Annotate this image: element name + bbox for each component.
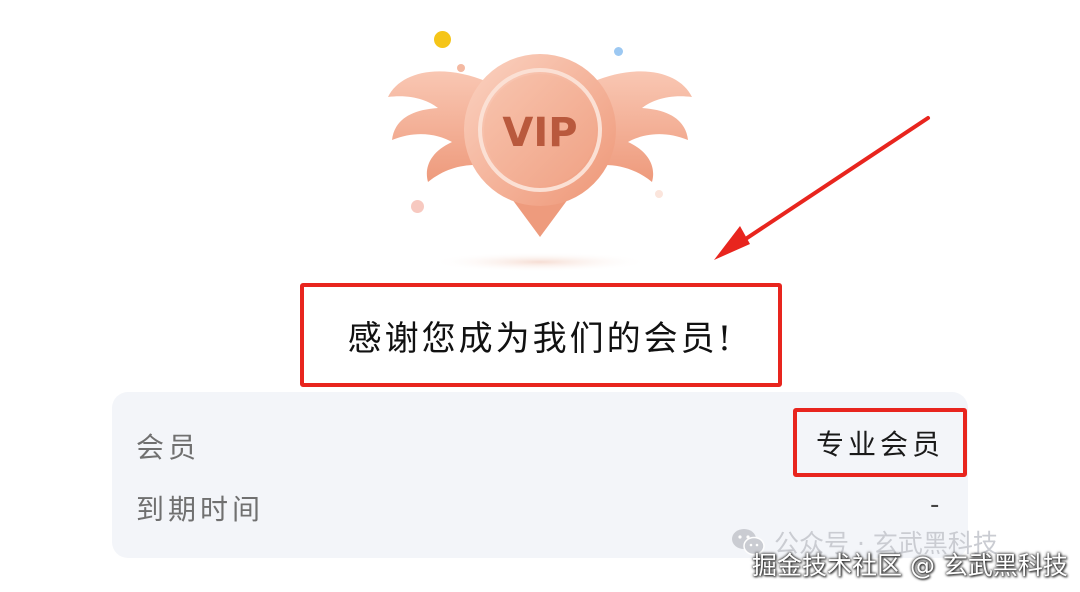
thanks-message: 感谢您成为我们的会员! xyxy=(347,318,735,359)
juejin-watermark: 掘金技术社区 @ 玄武黑科技 xyxy=(752,551,1068,580)
annotation-arrow-icon xyxy=(714,116,930,260)
vip-label: VIP xyxy=(502,110,577,156)
thanks-banner: 感谢您成为我们的会员! xyxy=(300,283,782,387)
vip-badge-icon: VIP xyxy=(380,22,700,272)
expire-label: 到期时间 xyxy=(136,493,265,526)
member-tier-value: 专业会员 xyxy=(815,427,944,461)
expire-value: - xyxy=(930,490,940,520)
member-tier-highlight: 专业会员 xyxy=(793,408,967,477)
member-label: 会员 xyxy=(136,431,201,464)
